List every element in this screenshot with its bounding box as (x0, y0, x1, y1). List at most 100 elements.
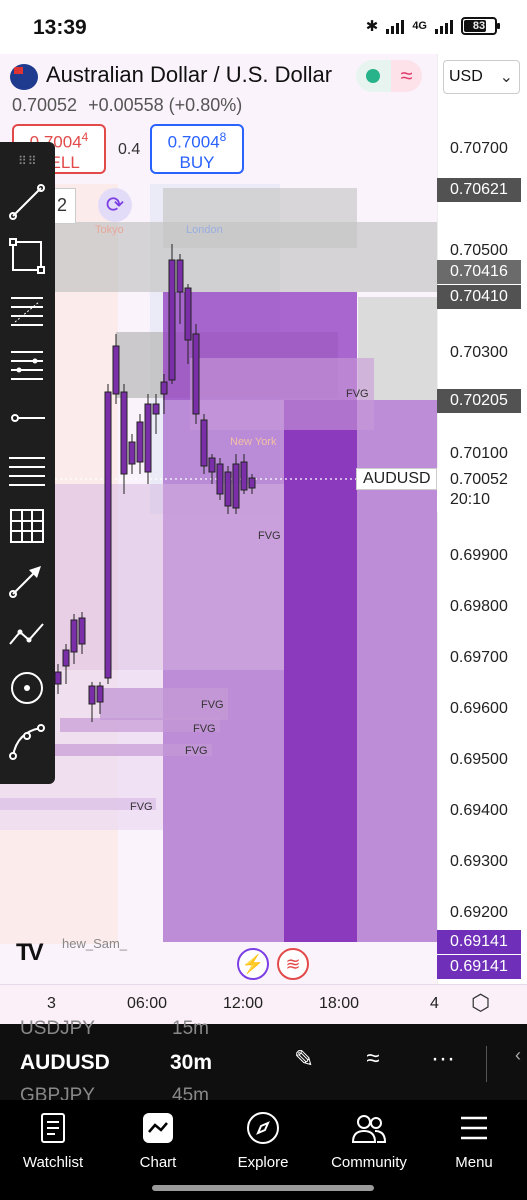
buy-button[interactable]: 0.70048 BUY (150, 124, 244, 174)
price-tick: 0.70300 (450, 344, 508, 361)
time-tick: 3 (47, 995, 56, 1012)
buy-label: BUY (179, 152, 215, 172)
symbol-flag-icon (10, 64, 38, 90)
candle-body (96, 685, 104, 703)
candle-body (240, 461, 248, 491)
price-tick: 0.69800 (450, 598, 508, 615)
price-tick: 0.69900 (450, 547, 508, 564)
more-icon[interactable]: ··· (425, 1045, 461, 1081)
candle-body (176, 259, 184, 293)
rectangle-icon[interactable] (7, 236, 47, 276)
bluetooth-icon: ✱ (365, 18, 379, 35)
candle-body (232, 463, 240, 509)
current-price-tag: 0.70052 20:10 (437, 468, 527, 512)
refresh-icon[interactable]: ⟳ (98, 188, 132, 222)
home-indicator[interactable] (152, 1185, 374, 1191)
candle-body (78, 617, 86, 645)
symbol-title[interactable]: Australian Dollar / U.S. Dollar (46, 62, 332, 88)
network-type: 4G (412, 20, 427, 32)
time-tick: 06:00 (127, 995, 168, 1012)
nav-explore[interactable]: Explore (218, 1110, 308, 1171)
sell-price-pip: 4 (81, 130, 89, 144)
current-price-value: 0.70052 (450, 471, 508, 488)
fvg-label: FVG (201, 699, 224, 711)
lightning-icon[interactable]: ⚡ (237, 948, 269, 980)
session-label-london: London (186, 224, 223, 236)
candle-body (88, 685, 96, 705)
price-label: 0.70416 (437, 260, 521, 284)
horizontal-ray-icon[interactable] (7, 398, 47, 438)
price-label: 0.69141 (437, 930, 521, 954)
candle-body (216, 463, 224, 495)
session-label-new-york: New York (230, 436, 277, 448)
compass-icon (218, 1110, 308, 1146)
fvg-label: FVG (130, 801, 153, 813)
status-time: 13:39 (33, 16, 87, 39)
price-tick: 0.70700 (450, 140, 508, 157)
gann-box-icon[interactable] (7, 506, 47, 546)
candle-body (184, 287, 192, 341)
nav-label: Watchlist (22, 1154, 84, 1171)
price-tick: 0.69400 (450, 802, 508, 819)
candle-body (112, 345, 120, 395)
divider (486, 1046, 487, 1082)
bar-countdown: 20:10 (450, 491, 491, 508)
price-tick: 0.69500 (450, 751, 508, 768)
nav-label: Explore (237, 1154, 289, 1171)
path-icon[interactable] (7, 614, 47, 654)
time-tick: 12:00 (223, 995, 264, 1012)
author-watermark: hew_Sam_ (62, 936, 128, 951)
prev-interval[interactable]: 15m (172, 1018, 209, 1040)
candle-body (224, 471, 232, 507)
fib-extension-icon[interactable] (7, 344, 47, 384)
price-tick: 0.69600 (450, 700, 508, 717)
fvg-label: FVG (193, 723, 216, 735)
chevron-left-icon[interactable]: ‹ (500, 1045, 527, 1081)
fvg-label: FVG (346, 388, 369, 400)
price-label: 0.70410 (437, 285, 521, 309)
current-symbol[interactable]: AUDUSD (20, 1051, 110, 1075)
pencil-icon[interactable]: ✎ (286, 1045, 322, 1081)
candle-body (54, 671, 62, 685)
candle-body (104, 391, 112, 679)
toolbar-drag-handle[interactable]: ⠿⠿ (18, 154, 38, 168)
prev-symbol[interactable]: USDJPY (20, 1018, 95, 1040)
candle-body (70, 619, 78, 653)
arrow-icon[interactable] (7, 560, 47, 600)
current-interval[interactable]: 30m (170, 1051, 212, 1075)
chart-settings-icon[interactable]: ⬡ (471, 990, 495, 1015)
spread-value: 0.4 (118, 141, 141, 158)
circle-icon[interactable] (7, 668, 47, 708)
fvg-label: FVG (185, 745, 208, 757)
purple-zone-dark (284, 400, 357, 942)
drawings-icon[interactable]: ≈ (355, 1045, 391, 1081)
fvg-label: FVG (258, 530, 281, 542)
curve-icon[interactable] (7, 722, 47, 762)
us-flag-icon[interactable]: ≋ (277, 948, 309, 980)
nav-watchlist[interactable]: Watchlist (8, 1110, 98, 1171)
battery-icon: 83 (461, 17, 500, 35)
currency-select[interactable]: USD ⌄ (443, 60, 520, 94)
chevron-down-icon: ⌄ (499, 69, 513, 86)
candle-body (192, 333, 200, 415)
price-label: 0.70205 (437, 389, 521, 413)
nav-label: Chart (139, 1154, 177, 1171)
price-tick: 0.69200 (450, 904, 508, 921)
chart-area[interactable]: 0.70700 0.70500 0.70300 0.70100 0.69900 … (0, 54, 527, 1024)
trend-line-icon[interactable] (7, 182, 47, 222)
signal-2-icon (435, 18, 453, 34)
nav-chart[interactable]: Chart (113, 1110, 203, 1171)
price-tick: 0.69300 (450, 853, 508, 870)
nav-menu[interactable]: Menu (429, 1110, 519, 1171)
fib-retracement-icon[interactable] (7, 290, 47, 330)
buy-price: 0.7004 (167, 132, 220, 152)
market-status-pill[interactable]: ≈ (356, 60, 422, 92)
price-change: +0.00558 (+0.80%) (88, 95, 243, 115)
symbol-interval-picker[interactable]: USDJPY 15m AUDUSD 30m GBPJPY 45m ✎ ≈ ···… (0, 1018, 527, 1106)
candle-body (120, 391, 128, 475)
community-icon (324, 1110, 414, 1146)
time-tick: 4 (430, 995, 439, 1012)
nav-label: Menu (455, 1154, 493, 1171)
parallel-channel-icon[interactable] (7, 452, 47, 492)
nav-community[interactable]: Community (324, 1110, 414, 1171)
